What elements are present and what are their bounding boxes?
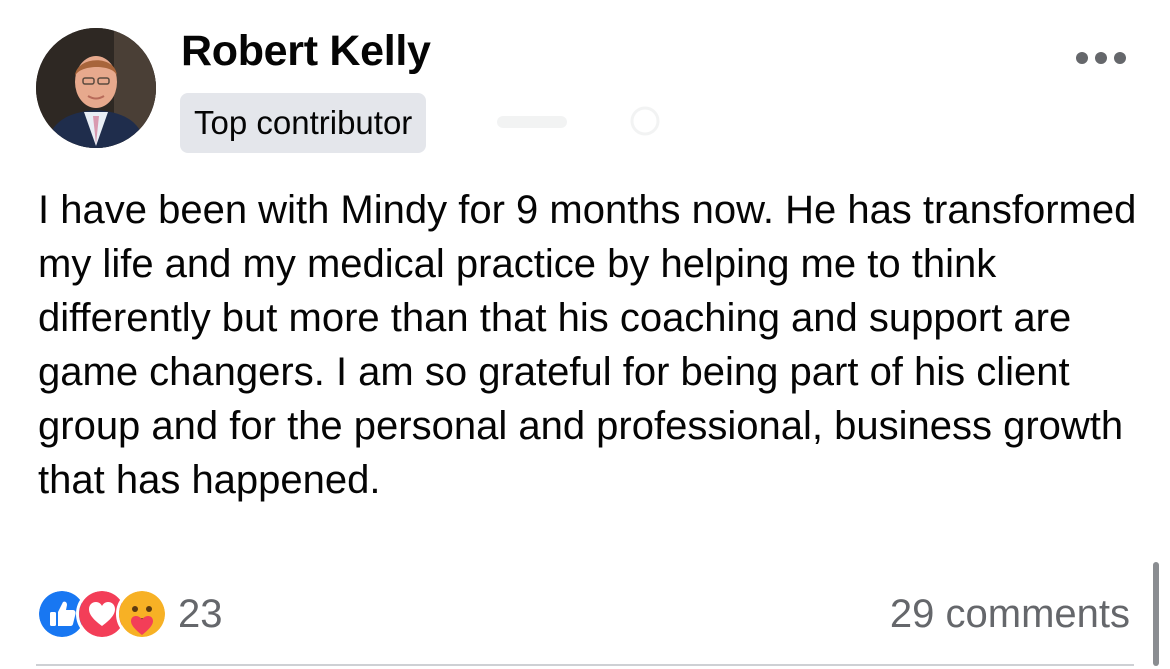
author-name[interactable]: Robert Kelly	[181, 26, 431, 76]
more-dot	[1114, 52, 1126, 64]
care-icon	[116, 588, 168, 640]
top-contributor-badge: Top contributor	[180, 93, 427, 153]
post-card: Robert Kelly Top contributor I have been…	[0, 0, 1170, 669]
timestamp-privacy-icon	[497, 106, 660, 136]
reactions-summary[interactable]: 23	[36, 588, 223, 640]
more-horizontal-icon	[1076, 52, 1088, 64]
more-options-button[interactable]	[1076, 46, 1132, 70]
reaction-count: 23	[178, 592, 223, 636]
comments-count-link[interactable]: 29 comments	[890, 590, 1130, 638]
scrollbar[interactable]	[1153, 562, 1159, 666]
post-body-text: I have been with Mindy for 9 months now.…	[38, 188, 1137, 502]
divider	[36, 664, 1134, 666]
more-dot	[1095, 52, 1107, 64]
author-avatar[interactable]	[36, 28, 156, 148]
profile-photo	[36, 28, 156, 148]
